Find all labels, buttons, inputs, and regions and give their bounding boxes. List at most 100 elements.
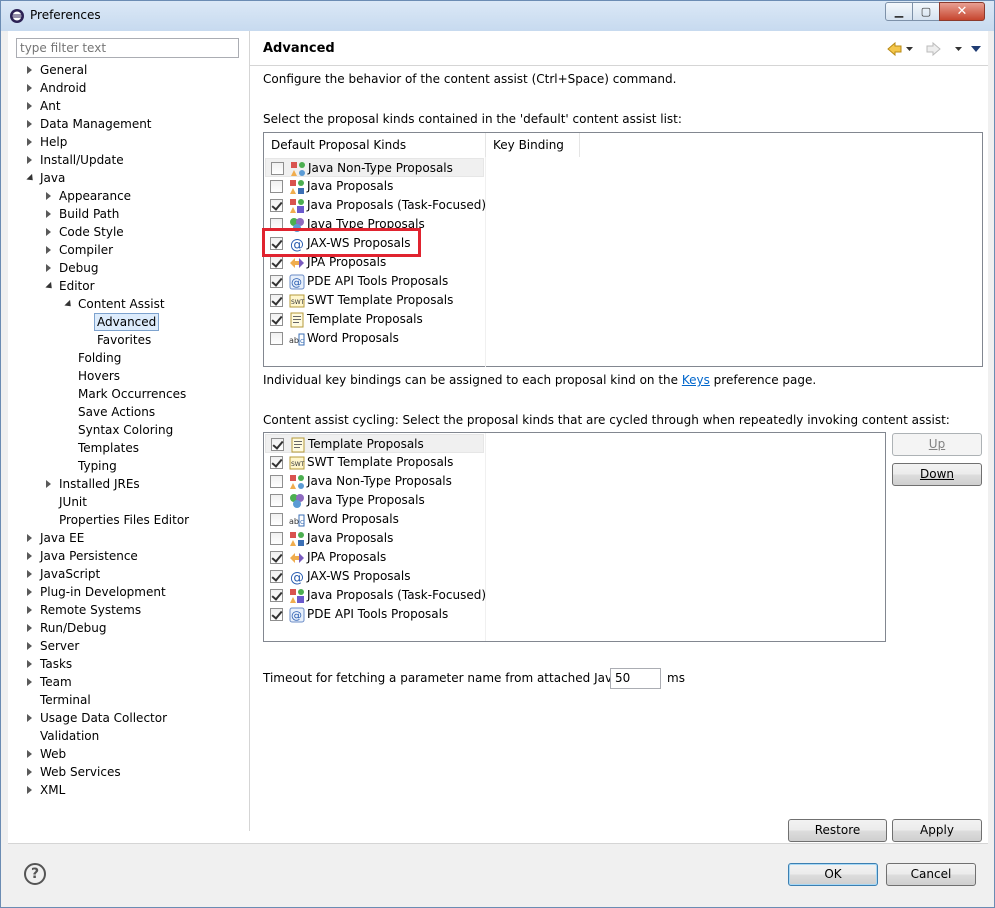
view-menu-icon[interactable] [971, 46, 981, 52]
tree-item-java[interactable]: Java [8, 169, 249, 187]
proposal-checkbox[interactable] [270, 332, 283, 345]
tree-item-help[interactable]: Help [8, 133, 249, 151]
forward-dropdown-icon[interactable] [955, 47, 962, 51]
tree-item-install-update[interactable]: Install/Update [8, 151, 249, 169]
tree-item-usage-data-collector[interactable]: Usage Data Collector [8, 709, 249, 727]
proposal-checkbox[interactable] [270, 532, 283, 545]
tree-item-folding[interactable]: Folding [8, 349, 249, 367]
tree-item-validation[interactable]: Validation [8, 727, 249, 745]
proposal-checkbox[interactable] [270, 589, 283, 602]
tree-item-installed-jres[interactable]: Installed JREs [8, 475, 249, 493]
back-arrow-icon[interactable] [887, 41, 902, 57]
timeout-input[interactable]: 50 [610, 668, 661, 689]
proposal-checkbox[interactable] [270, 513, 283, 526]
tree-item-web[interactable]: Web [8, 745, 249, 763]
proposal-row[interactable]: ab c Word Proposals [265, 510, 484, 529]
collapsed-arrow-icon[interactable] [27, 66, 32, 74]
ok-button[interactable]: OK [788, 863, 878, 886]
proposal-row[interactable]: ab c Word Proposals [265, 329, 484, 348]
column-header-kinds[interactable]: Default Proposal Kinds [264, 133, 486, 157]
collapsed-arrow-icon[interactable] [27, 102, 32, 110]
tree-item-run-debug[interactable]: Run/Debug [8, 619, 249, 637]
restore-defaults-button[interactable]: Restore Defaults [788, 819, 887, 858]
back-dropdown-icon[interactable] [906, 47, 913, 51]
collapsed-arrow-icon[interactable] [27, 624, 32, 632]
tree-item-xml[interactable]: XML [8, 781, 249, 799]
tree-item-javascript[interactable]: JavaScript [8, 565, 249, 583]
collapsed-arrow-icon[interactable] [27, 534, 32, 542]
tree-item-hovers[interactable]: Hovers [8, 367, 249, 385]
pane-divider[interactable] [249, 31, 250, 831]
tree-item-debug[interactable]: Debug [8, 259, 249, 277]
tree-item-templates[interactable]: Templates [8, 439, 249, 457]
tree-item-plug-in-development[interactable]: Plug-in Development [8, 583, 249, 601]
collapsed-arrow-icon[interactable] [27, 660, 32, 668]
collapsed-arrow-icon[interactable] [46, 210, 51, 218]
collapsed-arrow-icon[interactable] [27, 570, 32, 578]
collapsed-arrow-icon[interactable] [27, 552, 32, 560]
proposal-checkbox[interactable] [270, 294, 283, 307]
tree-item-content-assist[interactable]: Content Assist [8, 295, 249, 313]
proposal-row[interactable]: Template Proposals [265, 310, 484, 329]
title-bar[interactable]: Preferences ▁ ▢ ✕ [1, 1, 994, 31]
tree-item-tasks[interactable]: Tasks [8, 655, 249, 673]
proposal-checkbox[interactable] [271, 438, 284, 451]
expanded-arrow-icon[interactable] [45, 281, 55, 292]
collapsed-arrow-icon[interactable] [46, 228, 51, 236]
proposal-row[interactable]: @ PDE API Tools Proposals [265, 605, 484, 624]
tree-item-compiler[interactable]: Compiler [8, 241, 249, 259]
expanded-arrow-icon[interactable] [64, 299, 74, 310]
tree-item-typing[interactable]: Typing [8, 457, 249, 475]
tree-item-editor[interactable]: Editor [8, 277, 249, 295]
proposal-checkbox[interactable] [270, 570, 283, 583]
tree-item-ant[interactable]: Ant [8, 97, 249, 115]
keys-link[interactable]: Keys [682, 373, 710, 387]
proposal-checkbox[interactable] [270, 551, 283, 564]
filter-input[interactable] [16, 38, 239, 58]
maximize-button[interactable]: ▢ [912, 2, 940, 21]
collapsed-arrow-icon[interactable] [27, 138, 32, 146]
proposal-row[interactable]: @ PDE API Tools Proposals [265, 272, 484, 291]
tree-item-junit[interactable]: JUnit [8, 493, 249, 511]
tree-item-remote-systems[interactable]: Remote Systems [8, 601, 249, 619]
tree-item-server[interactable]: Server [8, 637, 249, 655]
tree-item-terminal[interactable]: Terminal [8, 691, 249, 709]
proposal-checkbox[interactable] [270, 199, 283, 212]
proposal-checkbox[interactable] [271, 162, 284, 175]
proposal-checkbox[interactable] [270, 256, 283, 269]
tree-item-team[interactable]: Team [8, 673, 249, 691]
proposal-checkbox[interactable] [270, 456, 283, 469]
collapsed-arrow-icon[interactable] [46, 246, 51, 254]
close-button[interactable]: ✕ [939, 2, 985, 21]
expanded-arrow-icon[interactable] [26, 173, 36, 184]
collapsed-arrow-icon[interactable] [46, 192, 51, 200]
apply-button[interactable]: Apply [892, 819, 982, 842]
cancel-button[interactable]: Cancel [886, 863, 976, 886]
tree-item-mark-occurrences[interactable]: Mark Occurrences [8, 385, 249, 403]
tree-item-build-path[interactable]: Build Path [8, 205, 249, 223]
collapsed-arrow-icon[interactable] [27, 786, 32, 794]
tree-item-web-services[interactable]: Web Services [8, 763, 249, 781]
proposal-row[interactable]: Java Proposals (Task-Focused) [265, 196, 486, 215]
tree-item-code-style[interactable]: Code Style [8, 223, 249, 241]
proposal-row[interactable]: SWT SWT Template Proposals [265, 291, 484, 310]
collapsed-arrow-icon[interactable] [27, 642, 32, 650]
forward-arrow-icon[interactable] [926, 41, 941, 57]
tree-item-save-actions[interactable]: Save Actions [8, 403, 249, 421]
tree-item-java-ee[interactable]: Java EE [8, 529, 249, 547]
proposal-checkbox[interactable] [270, 313, 283, 326]
proposal-row[interactable]: Java Proposals (Task-Focused) [265, 586, 486, 605]
collapsed-arrow-icon[interactable] [27, 678, 32, 686]
proposal-row[interactable]: Template Proposals [265, 434, 484, 453]
collapsed-arrow-icon[interactable] [27, 156, 32, 164]
tree-item-advanced[interactable]: Advanced [8, 313, 249, 331]
proposal-checkbox[interactable] [270, 475, 283, 488]
tree-item-data-management[interactable]: Data Management [8, 115, 249, 133]
tree-item-appearance[interactable]: Appearance [8, 187, 249, 205]
collapsed-arrow-icon[interactable] [27, 750, 32, 758]
minimize-button[interactable]: ▁ [885, 2, 913, 21]
proposal-row[interactable]: JPA Proposals [265, 548, 484, 567]
proposal-checkbox[interactable] [270, 608, 283, 621]
collapsed-arrow-icon[interactable] [27, 606, 32, 614]
tree-item-favorites[interactable]: Favorites [8, 331, 249, 349]
